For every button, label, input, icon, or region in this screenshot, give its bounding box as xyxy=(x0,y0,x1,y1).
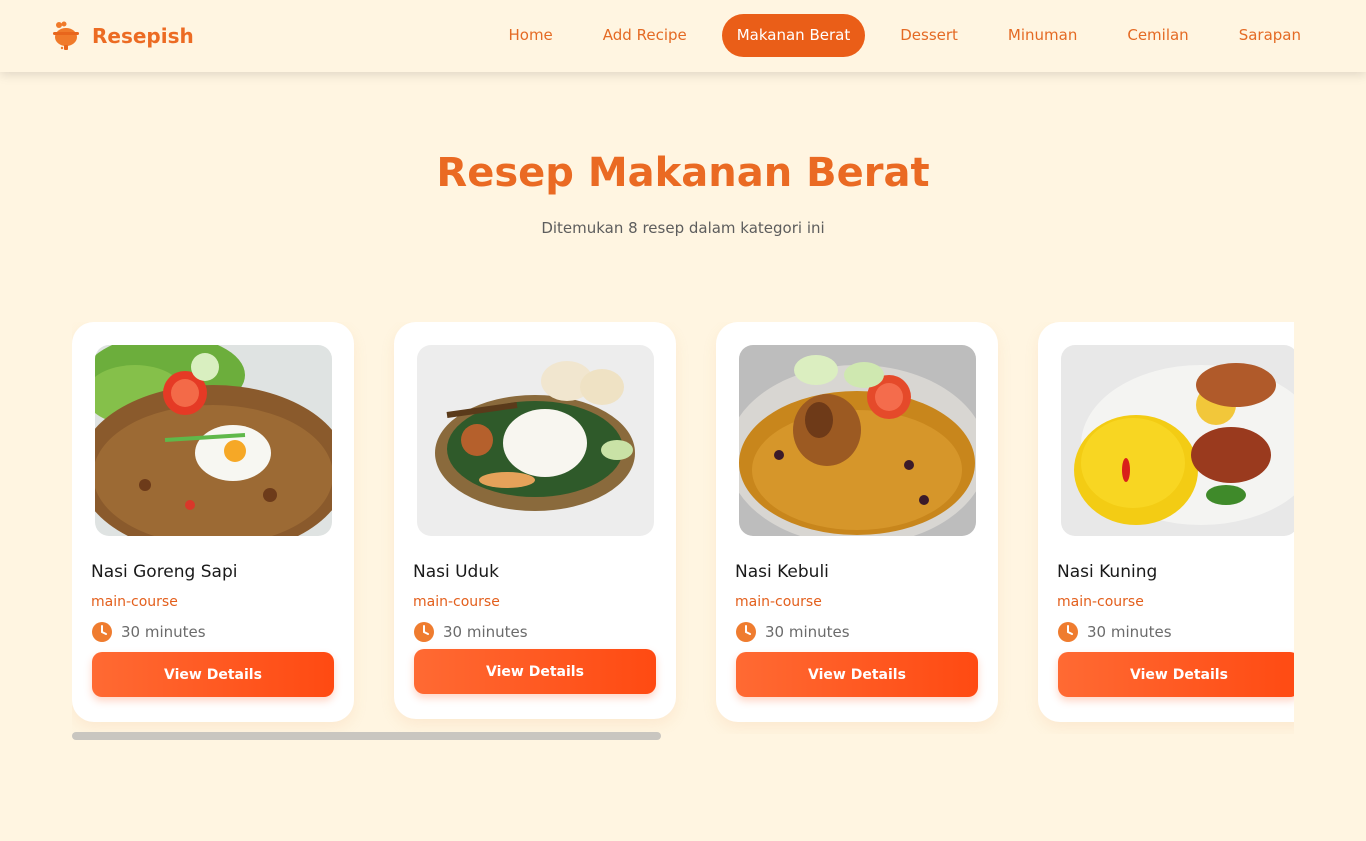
recipe-category: main-course xyxy=(91,594,178,610)
recipe-category: main-course xyxy=(413,594,500,610)
recipe-carousel[interactable]: Nasi Goreng Sapi main-course 30 minutes … xyxy=(72,322,1294,734)
nav-item-home[interactable]: Home xyxy=(483,14,577,57)
clock-icon xyxy=(92,622,112,642)
nav-item-add-recipe[interactable]: Add Recipe xyxy=(578,14,712,57)
page-title: Resep Makanan Berat xyxy=(436,150,930,196)
nav-item-makanan-berat[interactable]: Makanan Berat xyxy=(721,14,866,57)
clock-icon xyxy=(414,622,434,642)
nav-item-cemilan[interactable]: Cemilan xyxy=(1102,14,1213,57)
recipe-card: Nasi Uduk main-course 30 minutes View De… xyxy=(394,322,676,719)
recipe-time: 30 minutes xyxy=(735,621,850,643)
recipe-time: 30 minutes xyxy=(413,621,528,643)
nasi-kebuli-image xyxy=(739,345,976,536)
recipe-title: Nasi Kebuli xyxy=(735,562,829,582)
fried-rice-image xyxy=(95,345,332,536)
recipe-title: Nasi Goreng Sapi xyxy=(91,562,238,582)
recipe-image xyxy=(95,345,332,536)
recipe-time: 30 minutes xyxy=(1057,621,1172,643)
top-navbar: Resepish Home Add Recipe Makanan Berat D… xyxy=(0,0,1366,72)
nav-item-minuman[interactable]: Minuman xyxy=(983,14,1102,57)
recipe-category: main-course xyxy=(1057,594,1144,610)
nasi-uduk-image xyxy=(417,345,654,536)
recipe-title: Nasi Uduk xyxy=(413,562,499,582)
clock-icon xyxy=(736,622,756,642)
recipe-time-text: 30 minutes xyxy=(121,623,206,641)
clock-icon xyxy=(1058,622,1078,642)
recipe-title: Nasi Kuning xyxy=(1057,562,1158,582)
recipe-time-text: 30 minutes xyxy=(443,623,528,641)
view-details-button[interactable]: View Details xyxy=(414,649,656,694)
recipe-card: Nasi Goreng Sapi main-course 30 minutes … xyxy=(72,322,354,722)
recipe-card: Nasi Kuning main-course 30 minutes View … xyxy=(1038,322,1294,722)
recipe-image xyxy=(417,345,654,536)
nav-item-sarapan[interactable]: Sarapan xyxy=(1214,14,1326,57)
carousel-scrollbar[interactable] xyxy=(72,732,1294,740)
recipe-image xyxy=(739,345,976,536)
nasi-kuning-image xyxy=(1061,345,1294,536)
brand-logo[interactable]: Resepish xyxy=(52,20,194,52)
recipe-category: main-course xyxy=(735,594,822,610)
recipe-image xyxy=(1061,345,1294,536)
page-subtitle: Ditemukan 8 resep dalam kategori ini xyxy=(541,219,825,237)
view-details-button[interactable]: View Details xyxy=(1058,652,1294,697)
recipe-time: 30 minutes xyxy=(91,621,206,643)
cooking-pot-icon xyxy=(53,21,79,50)
brand-name: Resepish xyxy=(92,24,194,48)
view-details-button[interactable]: View Details xyxy=(92,652,334,697)
recipe-card: Nasi Kebuli main-course 30 minutes View … xyxy=(716,322,998,722)
nav-links: Home Add Recipe Makanan Berat Dessert Mi… xyxy=(483,14,1326,57)
recipe-time-text: 30 minutes xyxy=(765,623,850,641)
recipe-time-text: 30 minutes xyxy=(1087,623,1172,641)
view-details-button[interactable]: View Details xyxy=(736,652,978,697)
scrollbar-thumb[interactable] xyxy=(72,732,661,740)
nav-item-dessert[interactable]: Dessert xyxy=(875,14,983,57)
